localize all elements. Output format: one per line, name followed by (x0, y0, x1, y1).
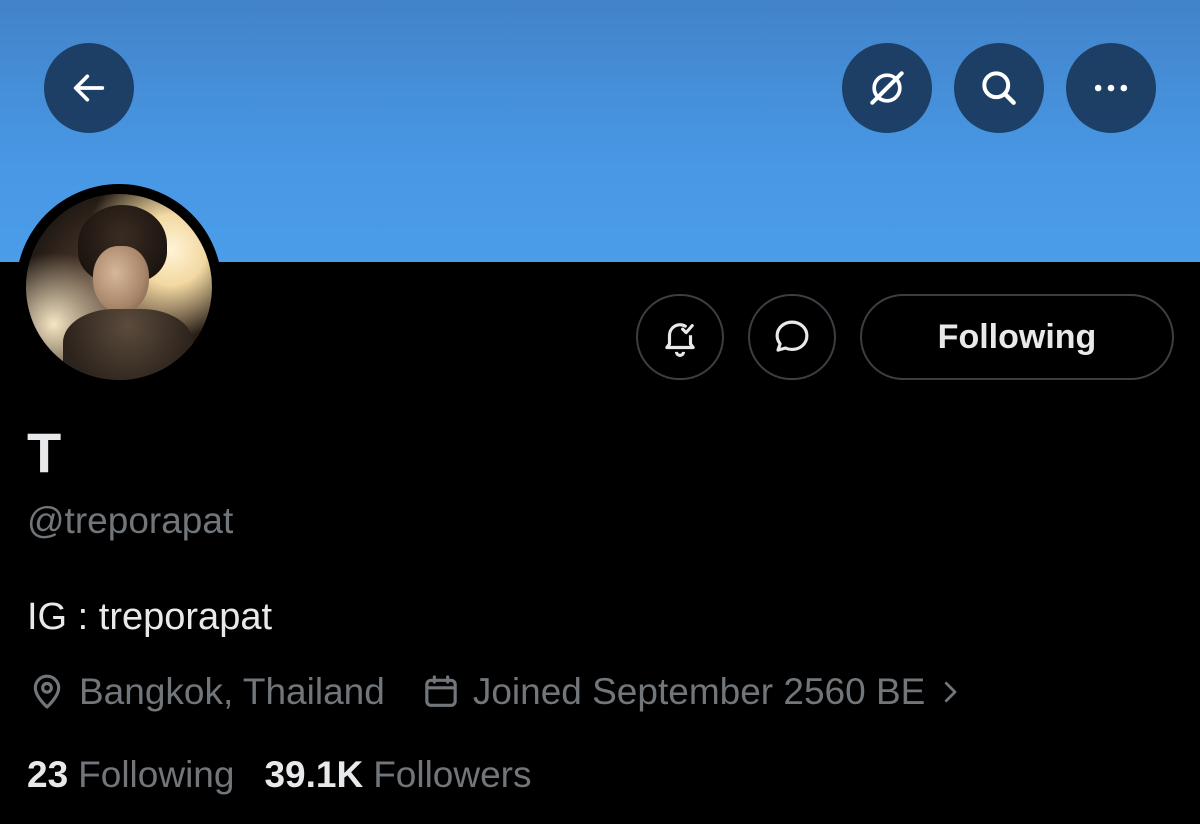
followers-count: 39.1K (264, 754, 364, 795)
more-options-button[interactable] (1066, 43, 1156, 133)
display-name: T (27, 421, 62, 484)
followers-label: Followers (373, 754, 532, 795)
location-item: Bangkok, Thailand (27, 671, 385, 713)
avatar-armor (63, 309, 194, 380)
following-label: Following (78, 754, 235, 795)
following-count: 23 (27, 754, 69, 795)
joined-item[interactable]: Joined September 2560 BE (421, 671, 978, 713)
joined-text: Joined September 2560 BE (472, 671, 926, 712)
search-icon (982, 71, 1016, 105)
profile-meta: Bangkok, Thailand Joined September 2560 … (27, 666, 977, 718)
bio-text: IG : treporapat (27, 596, 273, 638)
location-pin-icon (33, 674, 61, 709)
message-button[interactable] (748, 294, 836, 380)
user-handle: @treporapat (27, 500, 234, 541)
following-stat[interactable]: 23 Following (27, 754, 234, 796)
more-icon (1094, 84, 1128, 92)
followers-stat[interactable]: 39.1K Followers (264, 754, 531, 796)
avatar[interactable] (16, 184, 222, 390)
back-arrow-icon (73, 74, 105, 102)
calendar-icon (425, 675, 457, 707)
location-text: Bangkok, Thailand (79, 671, 385, 712)
following-button[interactable]: Following (860, 294, 1174, 380)
notifications-button[interactable] (636, 294, 724, 380)
bell-subscribed-icon (665, 323, 695, 357)
follow-stats: 23 Following 39.1K Followers (27, 750, 532, 800)
following-button-label: Following (937, 317, 1097, 356)
grok-button[interactable] (842, 43, 932, 133)
chevron-right-icon (945, 681, 957, 703)
avatar-image (26, 194, 212, 380)
grok-icon (870, 71, 904, 105)
search-button[interactable] (954, 43, 1044, 133)
avatar-face (92, 246, 149, 314)
back-button[interactable] (44, 43, 134, 133)
message-icon (775, 320, 809, 352)
